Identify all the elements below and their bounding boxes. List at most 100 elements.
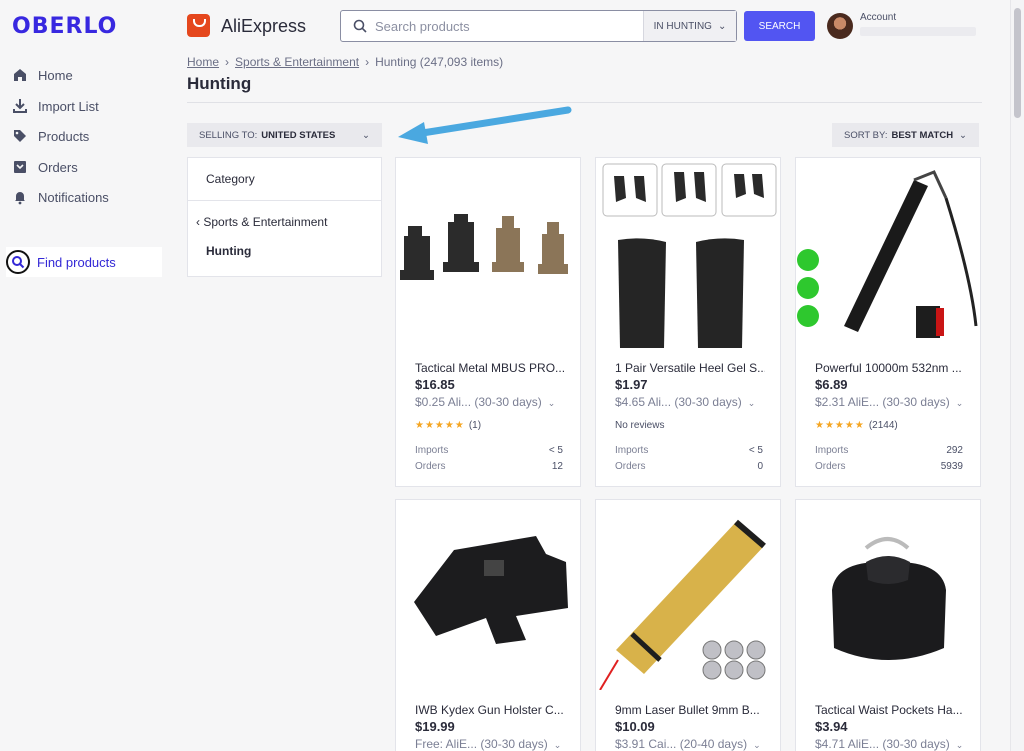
breadcrumb-category-link[interactable]: Sports & Entertainment: [235, 55, 359, 69]
shipping-days: (30-30 days): [882, 737, 950, 751]
search-button[interactable]: SEARCH: [744, 11, 815, 41]
breadcrumb-home-link[interactable]: Home: [187, 55, 219, 69]
shipping-days: (30-30 days): [674, 395, 742, 409]
search-input[interactable]: [375, 18, 643, 34]
home-icon: [14, 69, 26, 81]
review-count: (2144): [868, 420, 898, 431]
orders-label: Orders: [615, 461, 646, 472]
product-title: Powerful 10000m 532nm ...: [815, 361, 962, 375]
rating: No reviews: [615, 420, 664, 431]
shipping-cost: $0.25 Ali...: [415, 395, 472, 409]
product-price: $3.94: [815, 719, 848, 734]
chevron-down-icon: ⌄: [753, 740, 761, 750]
search-icon: [6, 250, 30, 274]
product-card[interactable]: Tactical Metal MBUS PRO... $16.85 $0.25 …: [395, 157, 581, 487]
product-image-laser-bullet: [599, 519, 766, 690]
rating: ★★★★★ (2144): [815, 420, 898, 431]
download-icon: [13, 99, 27, 113]
product-price: $1.97: [615, 377, 648, 392]
sort-by-label: SORT BY:: [844, 129, 888, 141]
shipping-info[interactable]: $0.25 Ali... (30-30 days) ⌄: [415, 395, 555, 409]
review-count: (1): [468, 420, 482, 431]
rating: ★★★★★ (1): [415, 420, 481, 431]
sidebar-item-import-list[interactable]: Import List: [12, 94, 162, 118]
shipping-days: (30-30 days): [474, 395, 542, 409]
page-scrollbar[interactable]: [1010, 0, 1024, 751]
product-card[interactable]: Powerful 10000m 532nm ... $6.89 $2.31 Al…: [795, 157, 981, 487]
sidebar: OBERLO Home Import List Products Orders …: [0, 0, 170, 751]
imports-value: < 5: [548, 445, 563, 456]
orders-label: Orders: [415, 461, 446, 472]
category-parent-link[interactable]: ‹ Sports & Entertainment: [196, 215, 327, 229]
orders-value: 5939: [940, 461, 963, 472]
product-image-holster: [414, 536, 568, 644]
inbox-icon: [14, 161, 26, 173]
product-price: $16.85: [415, 377, 455, 392]
sidebar-item-label: Products: [38, 128, 90, 144]
selling-to-dropdown[interactable]: SELLING TO: UNITED STATES ⌄: [187, 123, 382, 147]
chevron-down-icon: ⌄: [362, 129, 370, 141]
breadcrumb: Home › Sports & Entertainment › Hunting …: [187, 55, 503, 69]
sidebar-item-orders[interactable]: Orders: [12, 155, 162, 179]
aliexpress-logo: [187, 14, 210, 37]
selling-to-label: SELLING TO:: [199, 129, 258, 141]
page-title: Hunting: [187, 74, 252, 93]
imports-value: < 5: [748, 445, 763, 456]
stars-icon: ★★★★★: [415, 420, 465, 431]
product-title: Tactical Waist Pockets Ha...: [815, 703, 963, 717]
sidebar-item-label: Orders: [38, 159, 78, 175]
avatar[interactable]: [827, 13, 853, 39]
shipping-info[interactable]: Free: AliE... (30-30 days) ⌄: [415, 737, 561, 751]
selling-to-value: UNITED STATES: [261, 129, 336, 141]
sidebar-item-find-products[interactable]: Find products: [6, 247, 162, 277]
orders-label: Orders: [815, 461, 846, 472]
sort-by-dropdown[interactable]: SORT BY: BEST MATCH ⌄: [832, 123, 979, 147]
category-parent-label: Sports & Entertainment: [203, 215, 328, 229]
sidebar-item-home[interactable]: Home: [12, 63, 162, 87]
imports-row: Imports < 5: [415, 445, 563, 456]
product-image-sight: [400, 214, 568, 280]
chevron-down-icon: ⌄: [959, 129, 967, 141]
sidebar-item-label: Notifications: [38, 189, 109, 205]
shipping-days: (20-40 days): [679, 737, 748, 751]
scrollbar-thumb[interactable]: [1014, 8, 1021, 118]
search-scope-select[interactable]: IN HUNTING ⌄: [643, 11, 736, 41]
sidebar-item-label: Find products: [37, 254, 116, 270]
shipping-cost: $3.91 Cai...: [615, 737, 677, 751]
oberlo-logo[interactable]: OBERLO: [12, 14, 117, 39]
product-card[interactable]: IWB Kydex Gun Holster C... $19.99 Free: …: [395, 499, 581, 751]
chevron-right-icon: ›: [225, 55, 230, 69]
chevron-down-icon: ⌄: [547, 398, 556, 408]
search-bar: IN HUNTING ⌄: [340, 10, 737, 42]
sort-by-value: BEST MATCH: [891, 129, 954, 141]
shipping-days: (30-30 days): [882, 395, 950, 409]
account-label[interactable]: Account: [860, 12, 896, 23]
product-card[interactable]: Tactical Waist Pockets Ha... $3.94 $4.71…: [795, 499, 981, 751]
sidebar-item-notifications[interactable]: Notifications: [12, 185, 162, 209]
product-title: 1 Pair Versatile Heel Gel S...: [615, 361, 765, 375]
imports-label: Imports: [815, 445, 849, 456]
orders-value: 12: [551, 461, 563, 472]
imports-row: Imports < 5: [615, 445, 763, 456]
shipping-info[interactable]: $3.91 Cai... (20-40 days) ⌄: [615, 737, 761, 751]
shipping-info[interactable]: $4.65 Ali... (30-30 days) ⌄: [615, 395, 755, 409]
brand-name: AliExpress: [221, 16, 307, 36]
product-title: IWB Kydex Gun Holster C...: [415, 703, 564, 717]
shipping-info[interactable]: $2.31 AliE... (30-30 days) ⌄: [815, 395, 963, 409]
chevron-down-icon: ⌄: [553, 740, 562, 750]
product-image-waist-pouch: [832, 537, 946, 660]
product-price: $10.09: [615, 719, 655, 734]
product-card[interactable]: 1 Pair Versatile Heel Gel S... $1.97 $4.…: [595, 157, 781, 487]
chevron-down-icon: ⌄: [717, 20, 727, 32]
product-title: 9mm Laser Bullet 9mm B...: [615, 703, 760, 717]
shipping-info[interactable]: $4.71 AliE... (30-30 days) ⌄: [815, 737, 963, 751]
tag-icon: [14, 130, 26, 142]
shipping-days: (30-30 days): [480, 737, 548, 751]
annotation-arrow-icon: [398, 106, 572, 144]
category-current[interactable]: Hunting: [206, 244, 251, 258]
orders-row: Orders 5939: [815, 461, 963, 472]
shipping-cost: $4.71 AliE...: [815, 737, 880, 751]
product-card[interactable]: 9mm Laser Bullet 9mm B... $10.09 $3.91 C…: [595, 499, 781, 751]
breadcrumb-current: Hunting (247,093 items): [375, 55, 504, 69]
sidebar-item-products[interactable]: Products: [12, 124, 162, 148]
